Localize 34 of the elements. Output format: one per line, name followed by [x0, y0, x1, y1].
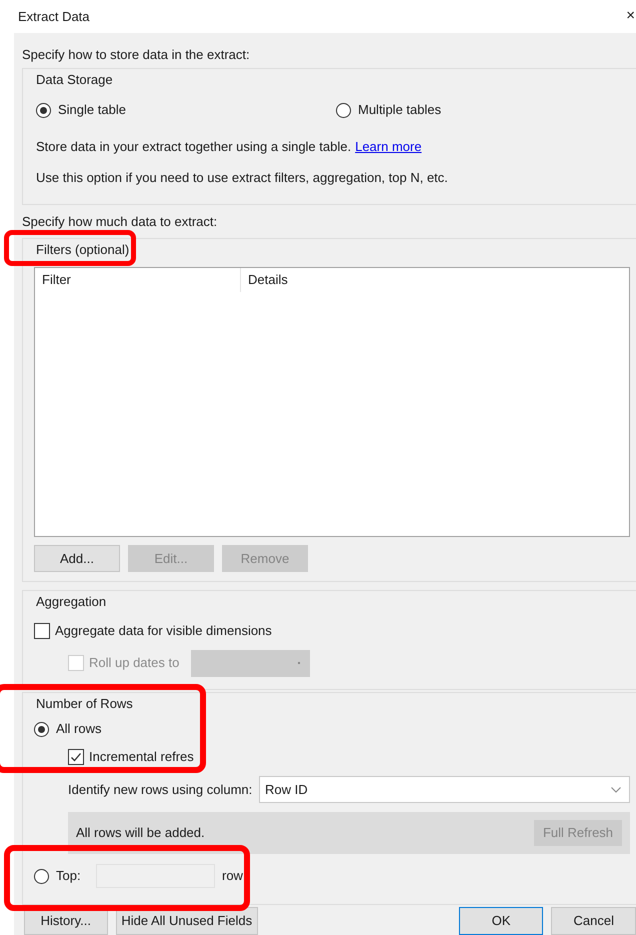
column-header[interactable]: Details [241, 268, 288, 292]
group-legend: Number of Rows [34, 694, 630, 710]
option-label[interactable]: All rows [56, 719, 102, 739]
radio-button[interactable] [36, 102, 51, 118]
chevron-down-icon [611, 786, 621, 792]
group-legend: Aggregation [34, 592, 636, 608]
option-label[interactable]: Top: [56, 866, 96, 886]
section-prompt: Specify how to store data in the extract: [22, 46, 251, 62]
group-legend: Data Storage [36, 70, 636, 86]
section-prompt: Specify how much data to extract: [22, 213, 218, 229]
filter-button[interactable]: Add... [34, 545, 120, 572]
checkbox-label[interactable]: Incremental refres [89, 747, 194, 767]
checkmark-icon [70, 751, 82, 763]
field-suffix: row [222, 867, 243, 886]
checkbox[interactable] [34, 622, 50, 639]
group-legend: Filters (optional) [34, 240, 630, 256]
option-label[interactable]: Single table [58, 100, 126, 120]
radio-button[interactable] [34, 868, 49, 884]
learn-more-link[interactable]: Learn more [355, 137, 422, 154]
note-text: Use this option if you need to use extract filters, aggregation, top N, etc. [36, 169, 449, 185]
column-dropdown[interactable]: Row ID [259, 776, 630, 803]
dialog-button[interactable]: Cancel [551, 907, 636, 935]
radio-button[interactable] [336, 102, 351, 118]
window-title: Extract Data [18, 8, 90, 26]
field-label: Identify new rows using column: [68, 780, 254, 799]
close-button[interactable]: × [626, 5, 635, 28]
option-label[interactable]: Multiple tables [358, 100, 442, 120]
description-text: Store data in your extract together using a single table. [36, 138, 352, 154]
column-header[interactable]: Filter [35, 268, 241, 292]
info-text: All rows will be added. [76, 824, 206, 842]
radio-button[interactable] [34, 722, 49, 736]
checkbox[interactable] [68, 749, 84, 765]
checkbox-label[interactable]: Aggregate data for visible dimensions [55, 621, 272, 640]
dialog-button[interactable]: OK [458, 907, 544, 935]
